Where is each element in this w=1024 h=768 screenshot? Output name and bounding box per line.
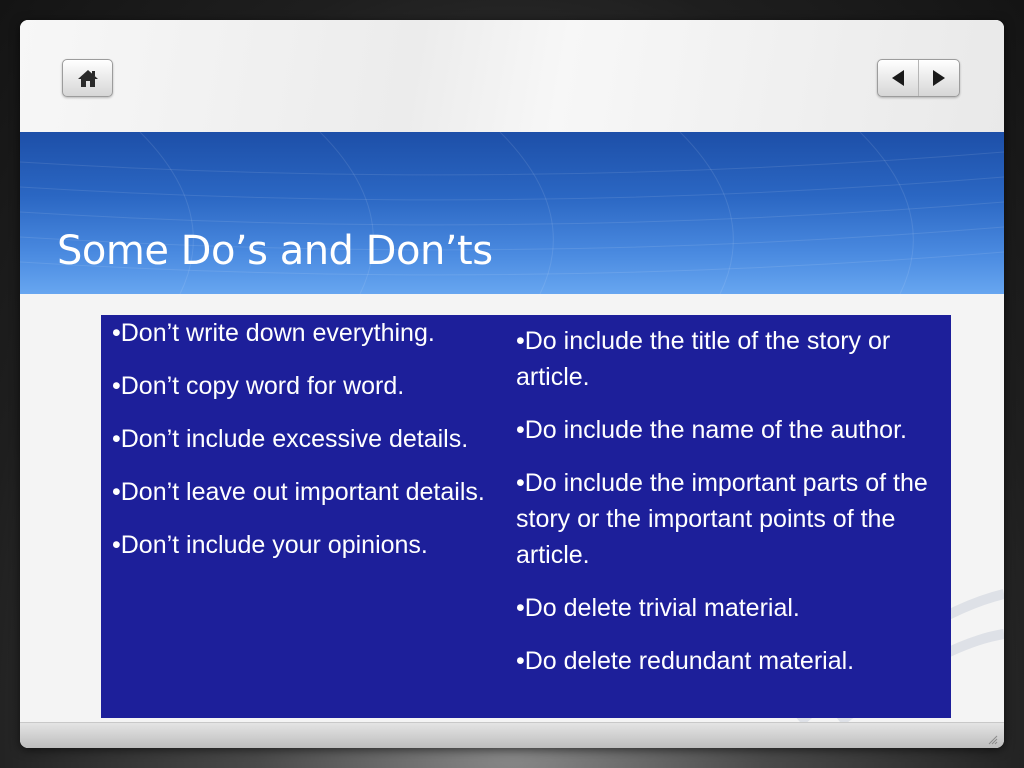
donts-list: •Don’t write down everything. •Don’t cop… (112, 315, 487, 580)
list-item: •Don’t include excessive details. (112, 425, 469, 453)
navigation-bar (20, 20, 1004, 132)
content-box: •Don’t write down everything. •Don’t cop… (101, 315, 951, 718)
list-item: •Do delete redundant material. (516, 647, 855, 675)
title-band: Some Do’s and Don’ts (20, 132, 1004, 294)
home-icon (77, 70, 98, 87)
resize-grip-icon[interactable] (986, 733, 998, 745)
arrow-left-icon (892, 70, 904, 86)
arrow-right-icon (933, 70, 945, 86)
slide-navigation-arrows (877, 59, 960, 97)
list-item: •Don’t leave out important details. (112, 478, 485, 506)
home-button[interactable] (62, 59, 113, 97)
list-item: •Do include the important parts of the s… (516, 469, 928, 569)
dos-list: •Do include the title of the story or ar… (516, 323, 946, 696)
list-item: •Do include the title of the story or ar… (516, 327, 891, 391)
list-item: •Do delete trivial material. (516, 594, 800, 622)
previous-slide-button[interactable] (878, 60, 919, 96)
list-item: •Don’t include your opinions. (112, 531, 428, 559)
list-item: •Do include the name of the author. (516, 416, 907, 444)
next-slide-button[interactable] (919, 60, 959, 96)
slide: Some Do’s and Don’ts •Don’t write down e… (20, 20, 1004, 748)
list-item: •Don’t write down everything. (112, 319, 435, 347)
status-bar (20, 722, 1004, 748)
slide-title: Some Do’s and Don’ts (57, 228, 493, 274)
list-item: •Don’t copy word for word. (112, 372, 405, 400)
